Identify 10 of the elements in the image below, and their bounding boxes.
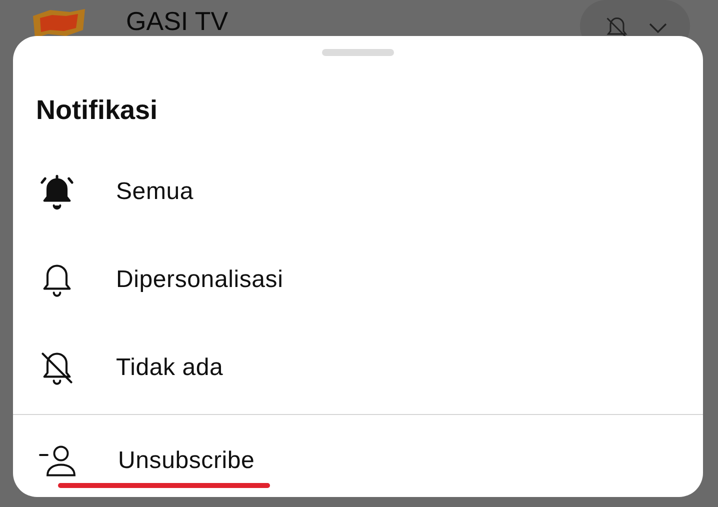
unsubscribe-option[interactable]: Unsubscribe: [118, 447, 255, 475]
chevron-down-icon: [648, 22, 668, 34]
notification-option[interactable]: Tidak ada: [13, 324, 703, 412]
notification-option[interactable]: Semua: [13, 148, 703, 236]
drag-handle[interactable]: [322, 49, 394, 56]
channel-name: GASI TV: [126, 8, 230, 38]
notification-option[interactable]: Dipersonalisasi: [13, 236, 703, 324]
remove-user-icon: [38, 443, 78, 479]
bell-ringing-icon: [38, 173, 76, 211]
sheet-title: Notifikasi: [36, 95, 158, 126]
